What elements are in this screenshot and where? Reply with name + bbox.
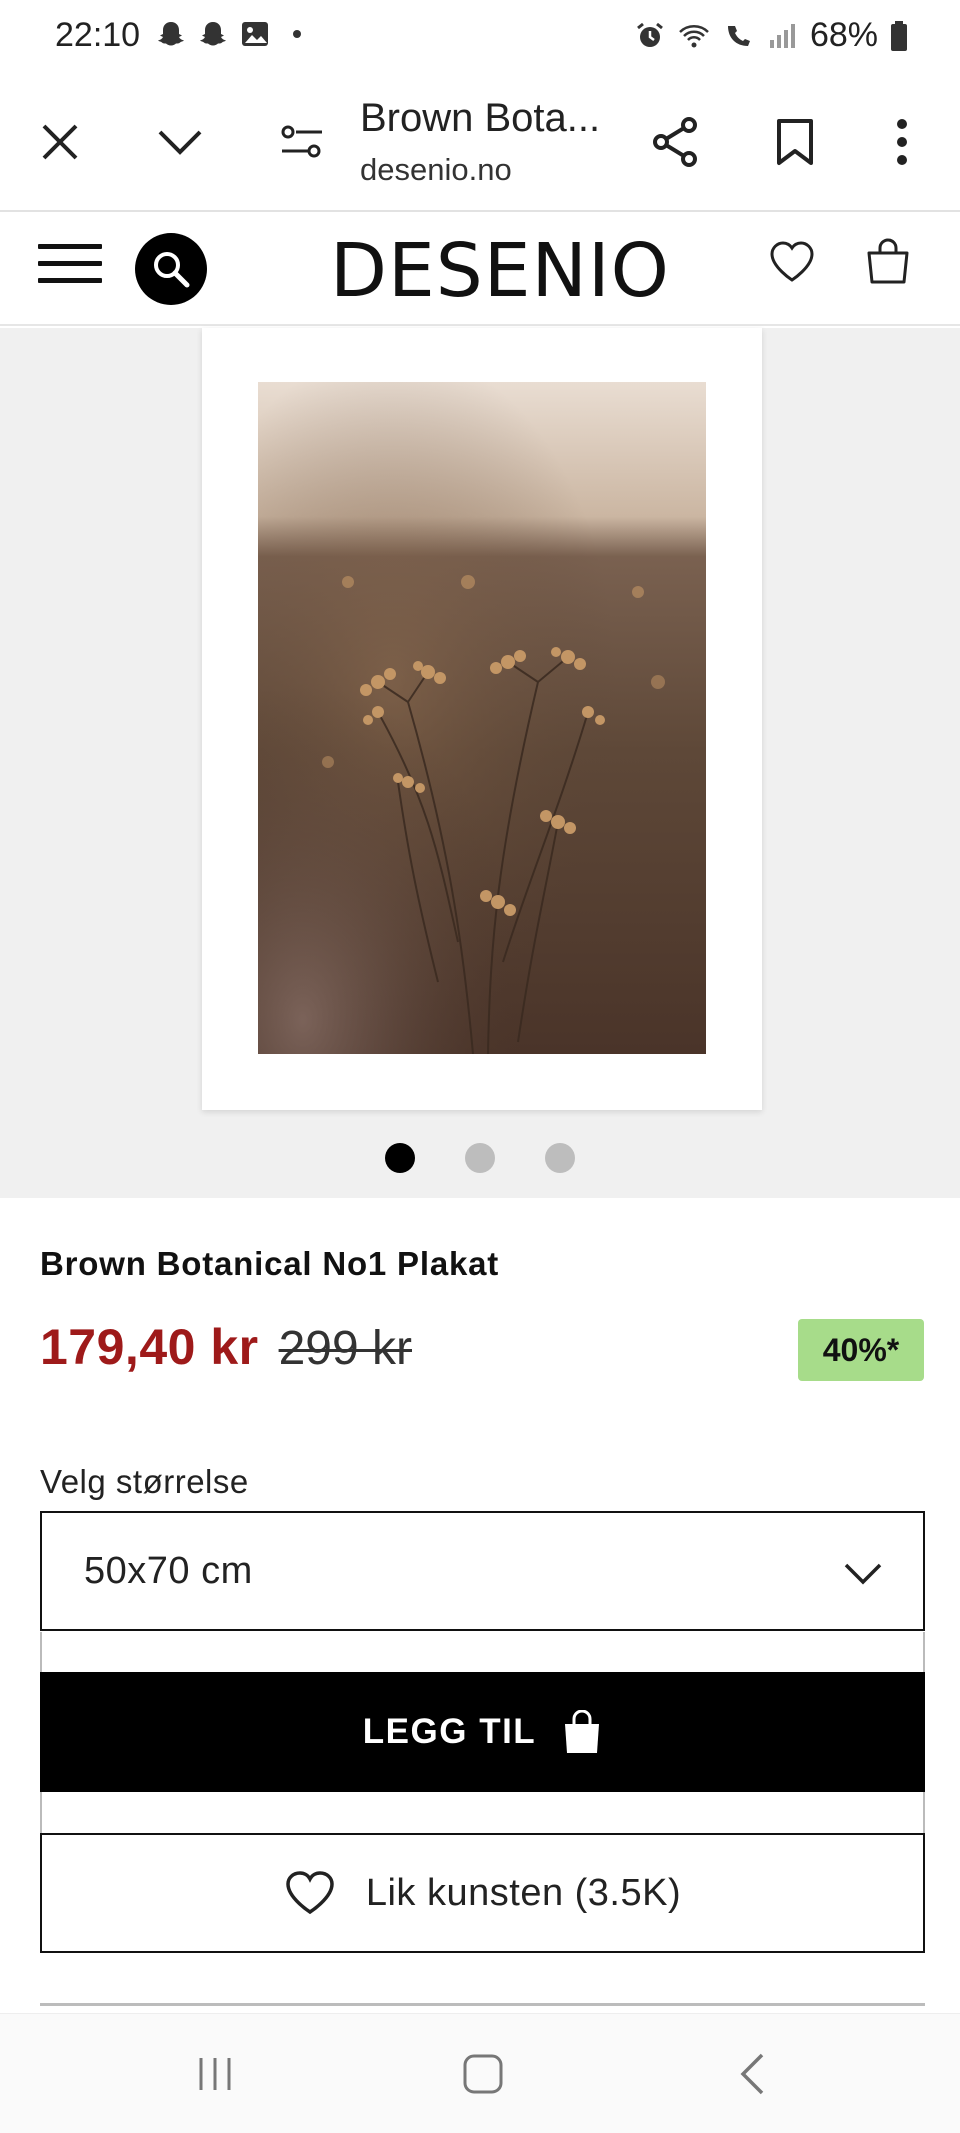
page-settings-icon — [281, 125, 322, 158]
section-divider — [40, 2003, 925, 2006]
product-title: Brown Botanical No1 Plakat — [40, 1245, 500, 1282]
bag-icon — [867, 238, 909, 284]
alarm-icon — [637, 22, 663, 47]
price-row: 179,40 kr 299 kr — [40, 1318, 412, 1376]
recent-apps-button[interactable] — [180, 2044, 250, 2104]
recent-apps-icon — [199, 2058, 231, 2090]
share-icon — [653, 117, 697, 167]
wifi-icon — [679, 24, 709, 47]
battery-icon — [891, 20, 907, 51]
home-button[interactable] — [448, 2044, 518, 2104]
poster-frame — [202, 328, 762, 1110]
like-art-button[interactable]: Lik kunsten (3.5K) — [40, 1833, 925, 1953]
product-image[interactable] — [258, 382, 706, 1054]
dot-icon — [293, 30, 301, 38]
size-select[interactable]: 50x70 cm — [40, 1511, 925, 1631]
site-header: DESENIO — [0, 214, 960, 326]
signal-icon — [769, 23, 795, 48]
browser-toolbar: Brown Bota... desenio.no — [0, 72, 960, 212]
price-original: 299 kr — [278, 1322, 412, 1375]
close-icon — [42, 124, 78, 160]
snapchat-icon — [158, 22, 184, 46]
status-bar: 22:10 68% — [0, 0, 960, 72]
bag-icon — [565, 1710, 600, 1753]
like-art-label: Lik kunsten (3.5K) — [365, 1871, 682, 1914]
gallery-pagination — [0, 1143, 960, 1173]
search-button[interactable] — [135, 233, 207, 305]
wifi-call-icon — [727, 25, 750, 46]
add-to-cart-label: LEGG TIL — [362, 1712, 537, 1751]
more-options-button[interactable] — [872, 112, 932, 172]
search-icon — [154, 252, 190, 288]
size-label: Velg størrelse — [40, 1463, 249, 1500]
gallery-dot-1[interactable] — [385, 1143, 415, 1173]
battery-level: 68% — [809, 16, 878, 54]
bookmark-icon — [777, 119, 813, 165]
site-logo[interactable]: DESENIO — [330, 228, 669, 314]
heart-icon — [286, 1871, 334, 1915]
share-button[interactable] — [645, 112, 705, 172]
botanical-photo — [258, 382, 706, 1054]
chevron-down-icon — [158, 130, 202, 155]
status-right: 68% — [634, 16, 908, 55]
product-gallery[interactable] — [0, 328, 960, 1198]
gallery-icon — [242, 22, 268, 46]
system-nav-bar — [0, 2013, 960, 2133]
page-title[interactable]: Brown Bota... — [360, 96, 620, 141]
more-icon — [897, 119, 907, 165]
status-time: 22:10 — [55, 16, 141, 54]
menu-icon — [38, 244, 102, 283]
notification-icons — [155, 18, 313, 50]
expand-button[interactable] — [150, 112, 210, 172]
gallery-dot-2[interactable] — [465, 1143, 495, 1173]
back-button[interactable] — [718, 2044, 788, 2104]
price-current: 179,40 kr — [40, 1319, 259, 1375]
gallery-dot-3[interactable] — [545, 1143, 575, 1173]
close-tab-button[interactable] — [30, 112, 90, 172]
cart-button[interactable] — [866, 238, 922, 294]
discount-badge: 40%* — [798, 1319, 924, 1381]
page-settings-button[interactable] — [272, 112, 332, 172]
chevron-down-icon — [844, 1563, 882, 1585]
heart-icon — [770, 241, 814, 282]
add-to-cart-button[interactable]: LEGG TIL — [40, 1672, 925, 1792]
snapchat-icon — [200, 22, 226, 46]
back-icon — [740, 2053, 764, 2095]
menu-button[interactable] — [38, 244, 102, 296]
page-domain[interactable]: desenio.no — [360, 152, 512, 188]
bookmark-button[interactable] — [765, 112, 825, 172]
wishlist-button[interactable] — [768, 240, 824, 296]
home-icon — [463, 2054, 503, 2094]
size-selected-value: 50x70 cm — [84, 1549, 253, 1592]
